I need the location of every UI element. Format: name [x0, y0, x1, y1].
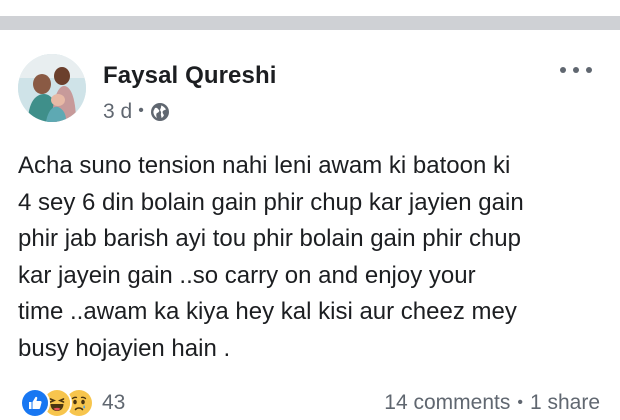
more-dot	[560, 67, 566, 73]
meta-separator: •	[138, 102, 144, 119]
post-text-line: time ..awam ka kiya hey kal kisi aur che…	[18, 298, 517, 325]
reaction-count: 43	[102, 391, 126, 414]
post-timestamp[interactable]: 3 d	[103, 100, 132, 124]
reactions-summary[interactable]: 43	[20, 388, 125, 418]
globe-icon[interactable]	[150, 102, 170, 122]
post-text-line: busy hojayien hain .	[18, 334, 231, 362]
post-meta: 3 d •	[103, 100, 170, 124]
more-options-icon[interactable]	[560, 60, 592, 80]
avatar-photo	[18, 54, 86, 122]
post-text-line: 4 sey 6 din bolain gain phir chup kar ja…	[18, 188, 524, 216]
stats-separator: •	[517, 394, 523, 411]
post-footer: 43 14 comments • 1 share	[0, 382, 620, 418]
more-dot	[573, 67, 579, 73]
author-avatar[interactable]	[18, 54, 86, 122]
comments-count-link[interactable]: 14 comments	[384, 391, 510, 415]
post-text-line: Acha suno tension nahi leni awam ki bato…	[18, 152, 511, 179]
post-text-line: phir jab barish ayi tou phir bolain gain…	[18, 225, 521, 252]
post-text-line: kar jayein gain ..so carry on and enjoy …	[18, 261, 476, 289]
like-reaction-icon	[20, 388, 50, 418]
post-stats: 14 comments • 1 share	[384, 391, 600, 415]
author-name[interactable]: Faysal Qureshi	[103, 62, 276, 90]
post-body: Acha suno tension nahi leni awam ki bato…	[18, 148, 610, 367]
more-dot	[586, 67, 592, 73]
post-card: Faysal Qureshi 3 d • Acha suno tension n…	[0, 30, 620, 420]
shares-count-link[interactable]: 1 share	[530, 391, 600, 415]
feed-divider-bar	[0, 16, 620, 30]
